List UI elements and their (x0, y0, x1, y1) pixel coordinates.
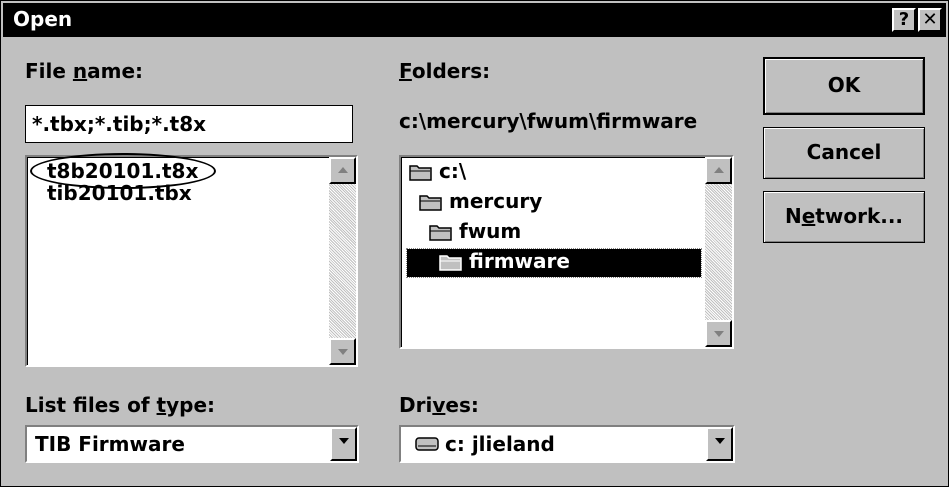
folder-item-fwum[interactable]: fwum (429, 219, 699, 247)
file-name-input[interactable]: *.tbx;*.tib;*.t8x (25, 105, 353, 143)
folder-list-scrollbar[interactable] (705, 157, 732, 347)
folder-item-mercury[interactable]: mercury (419, 189, 699, 217)
folder-label: c:\ (439, 159, 467, 183)
scroll-up-icon[interactable] (705, 157, 732, 184)
folder-label: firmware (469, 249, 570, 273)
file-name-label: File name: (25, 59, 144, 83)
drive-icon (415, 437, 439, 451)
scroll-down-icon[interactable] (705, 320, 732, 347)
scroll-up-icon[interactable] (329, 157, 356, 184)
close-button[interactable]: ✕ (918, 8, 942, 32)
file-name-value: *.tbx;*.tib;*.t8x (32, 112, 207, 136)
folder-open-icon (419, 195, 442, 211)
open-dialog: Open ? ✕ File name: *.tbx;*.tib;*.t8x t8… (0, 0, 949, 487)
drives-select[interactable]: c: jlieland (399, 425, 735, 463)
folder-label: mercury (449, 189, 543, 213)
folder-item-firmware[interactable]: firmware (406, 248, 702, 278)
folder-open-icon (439, 255, 462, 271)
current-path: c:\mercury\fwum\firmware (399, 109, 698, 133)
title-bar[interactable]: Open ? ✕ (3, 3, 946, 37)
file-type-label: List files of type: (25, 393, 216, 417)
window-title: Open (13, 7, 73, 31)
file-list-scrollbar[interactable] (329, 157, 356, 365)
file-list[interactable]: t8b20101.t8x tib20101.tbx (25, 153, 358, 367)
folder-label: fwum (459, 219, 522, 243)
drives-label: Drives: (399, 393, 479, 417)
file-type-select[interactable]: TIB Firmware (25, 425, 359, 463)
folder-open-icon (429, 225, 452, 241)
network-button[interactable]: Network... (763, 191, 925, 243)
dropdown-arrow-icon[interactable] (330, 427, 357, 461)
ok-button[interactable]: OK (763, 57, 925, 115)
dropdown-arrow-icon[interactable] (706, 427, 733, 461)
folders-label: Folders: (399, 59, 491, 83)
drives-value: c: jlieland (445, 432, 555, 456)
folder-open-icon (409, 165, 432, 181)
folder-item-root[interactable]: c:\ (409, 159, 699, 187)
help-button[interactable]: ? (892, 8, 916, 32)
annotation-circle (30, 153, 216, 189)
file-type-value: TIB Firmware (35, 432, 185, 456)
cancel-button[interactable]: Cancel (763, 127, 925, 179)
scroll-down-icon[interactable] (329, 338, 356, 365)
folder-list[interactable]: c:\ mercury fwum firmware (399, 155, 734, 349)
